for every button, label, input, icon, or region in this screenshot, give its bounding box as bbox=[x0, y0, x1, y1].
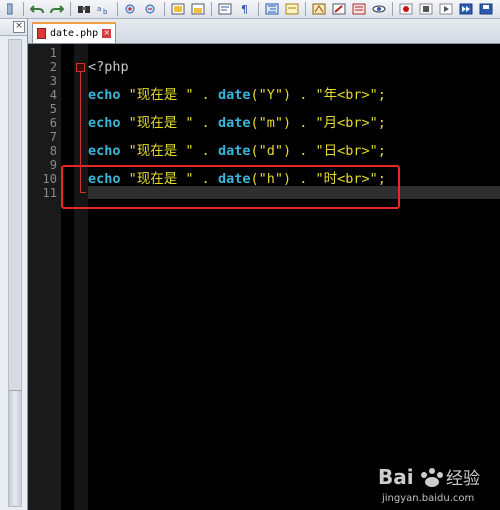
string: "月<br>"; bbox=[315, 115, 386, 131]
keyword: echo bbox=[88, 115, 121, 131]
toolbar: ab ¶ bbox=[0, 0, 500, 19]
code-line: echo "现在是 " . date("d") . "日<br>"; bbox=[88, 144, 386, 158]
line-number: 10 bbox=[42, 172, 57, 186]
unsaved-file-icon bbox=[37, 28, 46, 39]
line-number: 3 bbox=[49, 74, 57, 88]
save-macro-icon[interactable] bbox=[478, 2, 494, 16]
svg-text:jingyan.baidu.com: jingyan.baidu.com bbox=[381, 493, 474, 504]
line-number: 4 bbox=[49, 88, 57, 102]
keyword: echo bbox=[88, 87, 121, 103]
line-number: 6 bbox=[49, 116, 57, 130]
function-name: date bbox=[217, 143, 251, 159]
stop-record-icon[interactable] bbox=[418, 2, 434, 16]
toolbar-separator bbox=[23, 2, 24, 16]
baidu-jingyan-logo: Bai 经验 jingyan.baidu.com bbox=[378, 465, 480, 504]
toolbar-separator bbox=[70, 2, 71, 16]
line-number: 8 bbox=[49, 144, 57, 158]
wrap-icon[interactable] bbox=[217, 2, 233, 16]
operator: . bbox=[291, 87, 316, 103]
function-name: date bbox=[217, 87, 251, 103]
code-line: echo "现在是 " . date("Y") . "年<br>"; bbox=[88, 88, 386, 102]
find-icon[interactable] bbox=[76, 2, 92, 16]
argument: ("d") bbox=[250, 143, 292, 159]
toolbar-separator bbox=[305, 2, 306, 16]
fold-toggle-icon[interactable] bbox=[76, 63, 85, 72]
toolbar-separator bbox=[392, 2, 393, 16]
line-number: 1 bbox=[49, 46, 57, 60]
indent-guide-icon[interactable] bbox=[264, 2, 280, 16]
string: "现在是 " bbox=[128, 143, 194, 159]
tab-label: date.php bbox=[50, 28, 99, 39]
svg-text:¶: ¶ bbox=[241, 3, 248, 15]
zoom-out-icon[interactable] bbox=[143, 2, 159, 16]
line-number: 2 bbox=[49, 60, 57, 74]
left-side-panel: × bbox=[0, 19, 28, 510]
sync-vertical-icon[interactable] bbox=[170, 2, 186, 16]
redo-icon[interactable] bbox=[49, 2, 65, 16]
play-macro-icon[interactable] bbox=[438, 2, 454, 16]
tab-date-php[interactable]: date.php × bbox=[32, 22, 117, 43]
operator: . bbox=[193, 87, 218, 103]
operator: . bbox=[193, 143, 218, 159]
svg-text:a: a bbox=[97, 5, 101, 13]
zoom-in-icon[interactable] bbox=[123, 2, 139, 16]
toolbar-separator bbox=[211, 2, 212, 16]
partial-icon[interactable] bbox=[2, 2, 18, 16]
function-list-icon[interactable] bbox=[311, 2, 327, 16]
line-number: 11 bbox=[42, 186, 57, 200]
svg-text:b: b bbox=[103, 8, 108, 15]
operator: . bbox=[193, 115, 218, 131]
php-open-tag: <?php bbox=[88, 59, 129, 75]
code-editor[interactable]: 1 2 3 4 5 6 7 8 9 10 11 <?php echo "现在是 … bbox=[28, 44, 500, 510]
tab-bar: date.php × bbox=[28, 19, 500, 44]
vertical-scrollbar[interactable] bbox=[8, 39, 22, 507]
record-macro-icon[interactable] bbox=[398, 2, 414, 16]
line-number: 5 bbox=[49, 102, 57, 116]
fold-margin bbox=[74, 44, 88, 510]
close-tab-icon[interactable]: × bbox=[102, 29, 112, 38]
toolbar-separator bbox=[164, 2, 165, 16]
string: "日<br>"; bbox=[315, 143, 386, 159]
code-line: echo "现在是 " . date("m") . "月<br>"; bbox=[88, 116, 386, 130]
close-icon[interactable]: × bbox=[13, 21, 25, 33]
doc-map-icon[interactable] bbox=[284, 2, 300, 16]
function-name: date bbox=[217, 115, 251, 131]
replace-icon[interactable]: ab bbox=[96, 2, 112, 16]
run-macro-icon[interactable] bbox=[458, 2, 474, 16]
string: "现在是 " bbox=[128, 115, 194, 131]
undo-icon[interactable] bbox=[29, 2, 45, 16]
keyword: echo bbox=[88, 143, 121, 159]
operator: . bbox=[291, 115, 316, 131]
svg-text:经验: 经验 bbox=[446, 469, 480, 489]
line-number: 7 bbox=[49, 130, 57, 144]
string: "现在是 " bbox=[128, 87, 194, 103]
string: "年<br>"; bbox=[315, 87, 386, 103]
monitor-icon[interactable] bbox=[351, 2, 367, 16]
toolbar-separator bbox=[258, 2, 259, 16]
line-number-gutter: 1 2 3 4 5 6 7 8 9 10 11 bbox=[28, 44, 61, 510]
sync-horizontal-icon[interactable] bbox=[190, 2, 206, 16]
folder-workspace-icon[interactable] bbox=[331, 2, 347, 16]
toolbar-separator bbox=[117, 2, 118, 16]
argument: ("Y") bbox=[250, 87, 292, 103]
operator: . bbox=[291, 143, 316, 159]
baidu-watermark: Bai 经验 jingyan.baidu.com bbox=[376, 458, 494, 506]
show-all-chars-icon[interactable]: ¶ bbox=[237, 2, 253, 16]
line-number: 9 bbox=[49, 158, 57, 172]
panel-header: × bbox=[0, 19, 27, 36]
svg-text:Bai: Bai bbox=[378, 465, 414, 489]
annotation-highlight-box bbox=[61, 165, 400, 209]
scrollbar-thumb[interactable] bbox=[9, 390, 21, 505]
eye-icon[interactable] bbox=[371, 2, 387, 16]
argument: ("m") bbox=[250, 115, 292, 131]
